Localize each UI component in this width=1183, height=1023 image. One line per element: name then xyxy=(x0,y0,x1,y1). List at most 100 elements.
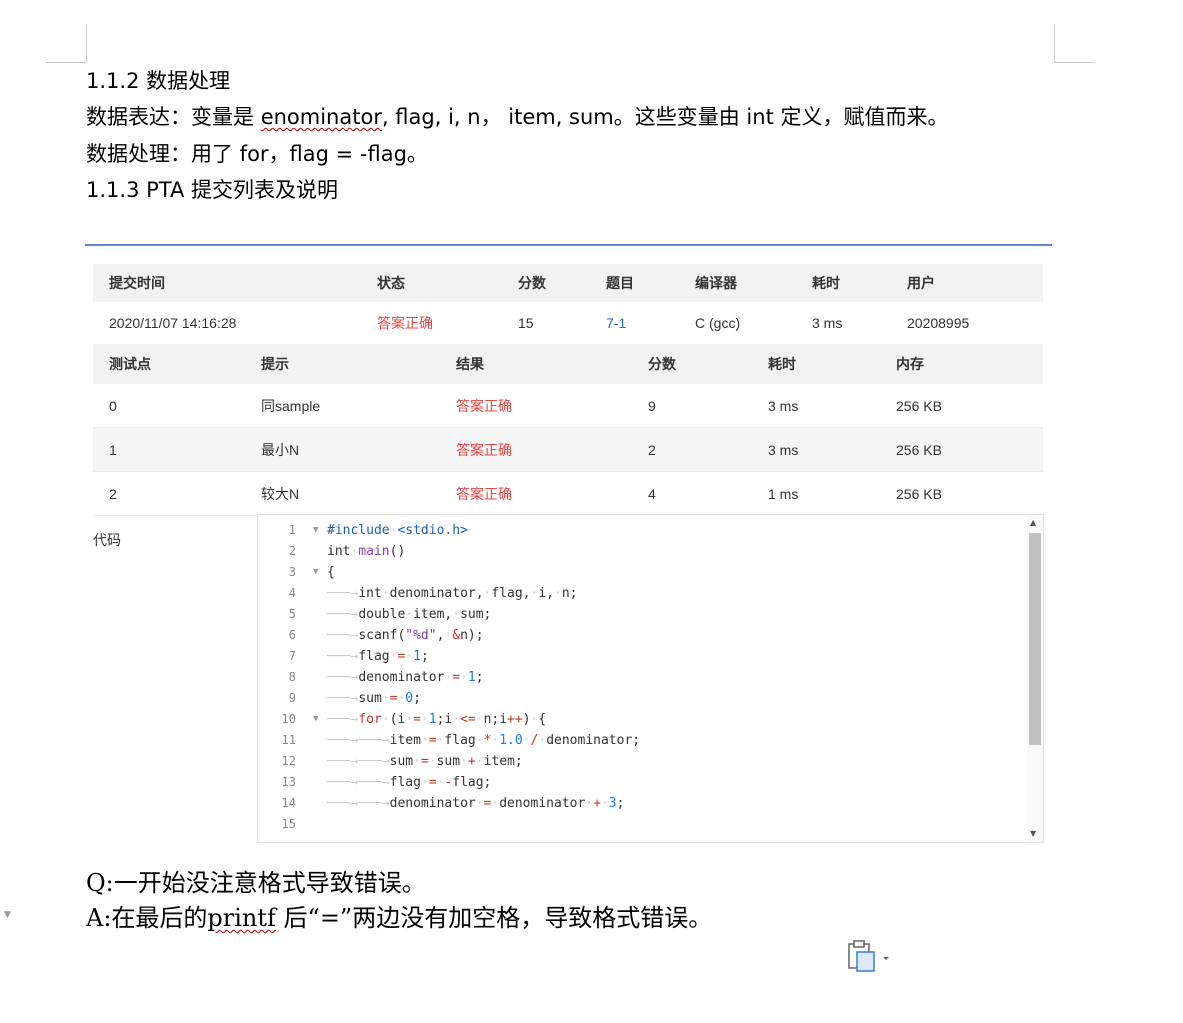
header-test-time: 耗时 xyxy=(768,356,796,372)
line-number: 9 xyxy=(288,691,296,705)
code-line: ───→───→flag·=·-flag; xyxy=(327,775,492,790)
table-row: 0 同sample 答案正确 9 3 ms 256 KB xyxy=(93,384,1043,428)
pta-submission-table: 提交时间 状态 分数 题目 编译器 耗时 用户 2020/11/07 14:16… xyxy=(93,264,1043,516)
data-processing-paragraph: 数据处理：用了 for，flag = -flag。 xyxy=(86,142,428,166)
test-result: 答案正确 xyxy=(456,441,512,458)
elapsed-value: 3 ms xyxy=(812,315,843,331)
code-line: ───→double·item,·sum; xyxy=(327,607,492,622)
header-submit-time: 提交时间 xyxy=(109,275,165,291)
line-number: 11 xyxy=(281,733,296,747)
header-memory: 内存 xyxy=(896,356,924,372)
header-test-point: 测试点 xyxy=(109,356,151,372)
code-line: ───→sum·=·0; xyxy=(327,691,421,706)
user-value: 20208995 xyxy=(907,315,970,331)
paste-options-button[interactable] xyxy=(846,940,889,974)
header-problem: 题目 xyxy=(606,275,634,291)
fold-arrow-icon[interactable]: ▼ xyxy=(313,709,318,730)
table-row: 1 最小N 答案正确 2 3 ms 256 KB xyxy=(93,428,1043,472)
answer-suffix: 后“=”两边没有加空格，导致格式错误。 xyxy=(275,904,713,932)
code-line: #include·<stdio.h> xyxy=(327,523,468,538)
submit-time: 2020/11/07 14:16:28 xyxy=(109,315,237,331)
page-corner-top-left xyxy=(46,24,87,63)
test-time: 3 ms xyxy=(768,397,799,414)
code-label: 代码 xyxy=(93,532,121,548)
code-line: ───→───→item·=·flag·*·1.0·/·denominator; xyxy=(327,733,641,748)
test-result: 答案正确 xyxy=(456,485,512,502)
header-hint: 提示 xyxy=(261,356,289,372)
answer-prefix: A:在最后的 xyxy=(86,904,208,932)
vertical-scrollbar[interactable]: ▲ ▼ xyxy=(1027,515,1043,842)
code-line: ───→scanf("%d",·&n); xyxy=(327,628,484,643)
submission-row: 2020/11/07 14:16:28 答案正确 15 7-1 C (gcc) … xyxy=(93,302,1043,344)
line-number: 12 xyxy=(281,754,296,768)
heading-pta-submissions: 1.1.3 PTA 提交列表及说明 xyxy=(86,178,339,202)
test-memory: 256 KB xyxy=(896,397,942,414)
page-corner-top-right xyxy=(1054,24,1095,63)
line-number-gutter: 1 ▼ 2 3 ▼ 4 5 6 7 8 9 10 ▼ 11 12 13 14 15 xyxy=(258,520,328,835)
line-number: 1 ▼ xyxy=(258,520,328,541)
line-number: 15 xyxy=(281,817,296,831)
score-value: 15 xyxy=(518,315,534,331)
test-id: 1 xyxy=(109,441,117,458)
test-time: 3 ms xyxy=(768,441,799,458)
line-number: 5 xyxy=(288,607,296,621)
fold-arrow-icon[interactable]: ▼ xyxy=(313,520,318,541)
test-hint: 同sample xyxy=(261,397,321,414)
clipboard-icon xyxy=(848,940,889,972)
fold-arrow-icon[interactable]: ▼ xyxy=(313,562,318,583)
line-number: 13 xyxy=(281,775,296,789)
test-memory: 256 KB xyxy=(896,441,942,458)
collapse-arrow-icon[interactable]: ▼ xyxy=(4,910,11,920)
code-line: ───→───→sum·=·sum·+·item; xyxy=(327,754,523,769)
submission-header-row: 提交时间 状态 分数 题目 编译器 耗时 用户 xyxy=(93,264,1043,302)
data-expression-paragraph: 数据表达：变量是 enominator, flag, i, n， item, s… xyxy=(86,99,948,135)
test-hint: 较大N xyxy=(261,485,300,502)
code-line: ───→───→denominator·=·denominator·+·3; xyxy=(327,796,625,811)
horizontal-rule xyxy=(85,244,1052,246)
problem-link[interactable]: 7-1 xyxy=(606,302,626,344)
line-number: 7 xyxy=(288,649,296,663)
code-line: int·main() xyxy=(327,544,406,559)
header-compiler: 编译器 xyxy=(695,275,737,291)
table-row: 2 较大N 答案正确 4 1 ms 256 KB xyxy=(93,472,1043,516)
status-badge: 答案正确 xyxy=(377,315,433,331)
test-result: 答案正确 xyxy=(456,397,512,414)
test-score: 2 xyxy=(648,441,656,458)
data-expression-suffix: , flag, i, n， item, sum。这些变量由 int 定义，赋值而… xyxy=(381,105,949,129)
header-user: 用户 xyxy=(907,275,935,291)
line-number: 10 ▼ xyxy=(258,709,328,730)
code-line: ───→flag·=·1; xyxy=(327,649,429,664)
scrollbar-thumb[interactable] xyxy=(1029,533,1041,745)
header-test-score: 分数 xyxy=(648,356,676,372)
line-number: 4 xyxy=(288,586,296,600)
scroll-down-icon[interactable]: ▼ xyxy=(1030,829,1036,838)
spell-error-word[interactable]: enominator xyxy=(261,105,382,129)
code-editor[interactable]: 1 ▼ 2 3 ▼ 4 5 6 7 8 9 10 ▼ 11 12 13 14 15 #… xyxy=(257,514,1044,843)
test-id: 0 xyxy=(109,397,117,414)
header-status: 状态 xyxy=(377,275,405,291)
test-time: 1 ms xyxy=(768,485,799,502)
code-line: { xyxy=(327,565,335,580)
line-number: 3 ▼ xyxy=(258,562,328,583)
spell-error-word[interactable]: printf xyxy=(207,904,276,932)
test-score: 4 xyxy=(648,485,656,502)
line-number: 2 xyxy=(288,544,296,558)
header-score: 分数 xyxy=(518,275,546,291)
test-score: 9 xyxy=(648,397,656,414)
line-number: 8 xyxy=(288,670,296,684)
code-lines: #include·<stdio.h> int·main() { ───→int·… xyxy=(327,520,640,835)
header-elapsed: 耗时 xyxy=(812,275,840,291)
line-number: 6 xyxy=(288,628,296,642)
scroll-up-icon[interactable]: ▲ xyxy=(1030,518,1036,527)
heading-data-processing: 1.1.2 数据处理 xyxy=(86,69,231,93)
data-expression-prefix: 数据表达：变量是 xyxy=(86,105,261,129)
header-result: 结果 xyxy=(456,356,484,372)
test-id: 2 xyxy=(109,485,117,502)
code-line: ───→for·(i·=·1;i·<=·n;i++)·{ xyxy=(327,712,547,727)
test-memory: 256 KB xyxy=(896,485,942,502)
compiler-value: C (gcc) xyxy=(695,315,741,331)
line-number: 14 xyxy=(281,796,296,810)
test-hint: 最小N xyxy=(261,441,300,458)
code-line: ───→denominator·=·1; xyxy=(327,670,484,685)
